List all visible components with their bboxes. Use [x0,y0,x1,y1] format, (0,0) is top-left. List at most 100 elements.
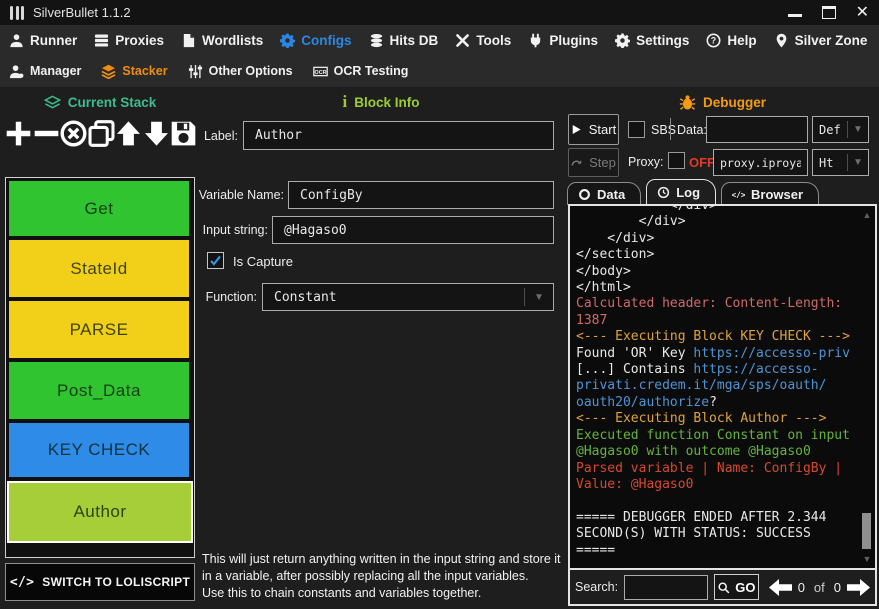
block-label: Get [85,199,114,219]
scroll-up-icon[interactable]: ▲ [860,210,874,220]
svg-text:?: ? [711,36,716,46]
menu-item-ocr-testing[interactable]: OCROCR Testing [313,64,409,79]
data-input[interactable] [706,116,808,143]
menu-item-label: Manager [30,64,81,78]
start-button[interactable]: Start [568,114,619,145]
manager-icon [9,64,24,79]
block-label: StateId [70,259,127,279]
step-button[interactable]: Step [568,148,619,177]
title-bar: SilverBullet 1.1.2 ✕ [0,0,879,25]
stack-diamond-icon [44,94,61,111]
debugger-header: Debugger [568,92,877,112]
menu-item-label: OCR Testing [334,64,409,78]
log-panel[interactable]: </div> </div> </div></section></body></h… [568,204,877,570]
log-line: 1387 [576,313,858,329]
sbs-checkbox[interactable] [628,121,645,138]
menu-item-help[interactable]: ?Help [706,33,756,48]
proxy-input[interactable] [713,149,808,176]
remove-icon [33,120,60,147]
stack-block-stateid[interactable]: StateId [9,240,189,297]
search-of: of [814,580,825,595]
block-label: PARSE [70,320,129,340]
add-icon [5,120,32,147]
add-button[interactable] [5,120,32,152]
function-label: Function: [153,290,257,304]
search-input[interactable] [624,575,708,600]
log-line: Executed function Constant on input [576,428,858,444]
configs-icon [280,33,295,48]
next-result-button[interactable] [847,579,870,596]
tools-icon [455,33,470,48]
menu-item-silver-zone[interactable]: Silver Zone [774,33,868,48]
sbs-label: SBS [651,123,676,137]
scrollbar-thumb[interactable] [862,513,871,549]
remove-button[interactable] [33,120,60,152]
proxy-type-value: Ht [813,156,847,170]
menu-item-settings[interactable]: Settings [615,33,689,48]
function-dropdown[interactable]: Constant ▼ [262,283,554,311]
label-input[interactable] [243,121,554,150]
menu-item-stacker[interactable]: Stacker [101,64,167,79]
scroll-down-icon[interactable]: ▼ [860,554,874,564]
menu-item-plugins[interactable]: Plugins [528,33,598,48]
settings-icon [615,33,630,48]
menu-item-proxies[interactable]: Proxies [94,33,164,48]
maximize-button[interactable] [822,6,836,19]
menu-item-tools[interactable]: Tools [455,33,511,48]
menu-item-manager[interactable]: Manager [9,64,81,79]
search-go-button[interactable]: GO [714,574,759,600]
step-icon [571,157,582,168]
data-type-dropdown[interactable]: Def ▼ [812,116,869,143]
sub-menu-bar: Manager Stacker Other Options OCROCR Testin… [0,56,879,86]
variable-name-input[interactable] [288,181,554,209]
proxy-type-dropdown[interactable]: Ht ▼ [812,149,869,176]
stack-block-get[interactable]: Get [9,181,189,236]
is-capture-label: Is Capture [233,254,323,269]
tab-log[interactable]: Log [646,179,716,205]
is-capture-checkbox[interactable] [207,252,224,269]
menu-item-label: Silver Zone [795,33,868,48]
stack-block-author[interactable]: Author [7,481,193,543]
clear-button[interactable] [60,120,87,152]
menu-item-label: Tools [476,33,511,48]
tab-data[interactable]: Data [567,182,641,205]
wordlists-icon [181,33,196,48]
menu-item-label: Hits DB [390,33,439,48]
proxy-checkbox[interactable] [668,152,685,169]
prev-result-button[interactable] [769,579,792,596]
menu-item-wordlists[interactable]: Wordlists [181,33,263,48]
stack-block-parse[interactable]: PARSE [9,301,189,358]
log-line: <--- Executing Block Author ---> [576,411,858,427]
clone-button[interactable] [88,120,115,152]
app-icon [10,6,24,20]
close-button[interactable]: ✕ [856,5,869,21]
log-line: </body> [576,264,858,280]
menu-item-hits-db[interactable]: Hits DB [369,33,439,48]
arrow-right-icon [847,579,870,596]
current-stack-title: Current Stack [68,95,157,110]
menu-item-other-options[interactable]: Other Options [188,64,293,79]
log-scrollbar[interactable]: ▲ ▼ [860,207,874,567]
search-label: Search: [575,580,618,594]
log-line: Calculated header: Content-Length: [576,296,858,312]
search-position: 0 [798,580,805,595]
stack-block-key-check[interactable]: KEY CHECK [9,423,189,477]
input-string-input[interactable] [272,216,554,244]
minimize-button[interactable] [788,8,802,17]
tab-browser[interactable]: </>Browser [721,182,819,205]
stack-panel: Get StateId PARSE Post_Data KEY CHECKAuthor [5,177,195,558]
browser-tab-icon: </> [732,188,745,201]
plugins-icon [528,33,543,48]
clone-icon [88,120,115,147]
block-label: Post_Data [57,381,141,401]
menu-item-label: Configs [301,33,351,48]
switch-to-loliscript-button[interactable]: </> SWITCH TO LOLISCRIPT [5,563,195,601]
log-line: <--- Executing Block KEY CHECK ---> [576,329,858,345]
log-line: </div> [576,204,858,214]
log-tab-icon [657,186,670,199]
menu-item-configs[interactable]: Configs [280,33,351,48]
stack-block-post-data[interactable]: Post_Data [9,362,189,419]
hitsdb-icon [369,33,384,48]
options-icon [188,64,203,79]
menu-item-runner[interactable]: Runner [9,33,77,48]
